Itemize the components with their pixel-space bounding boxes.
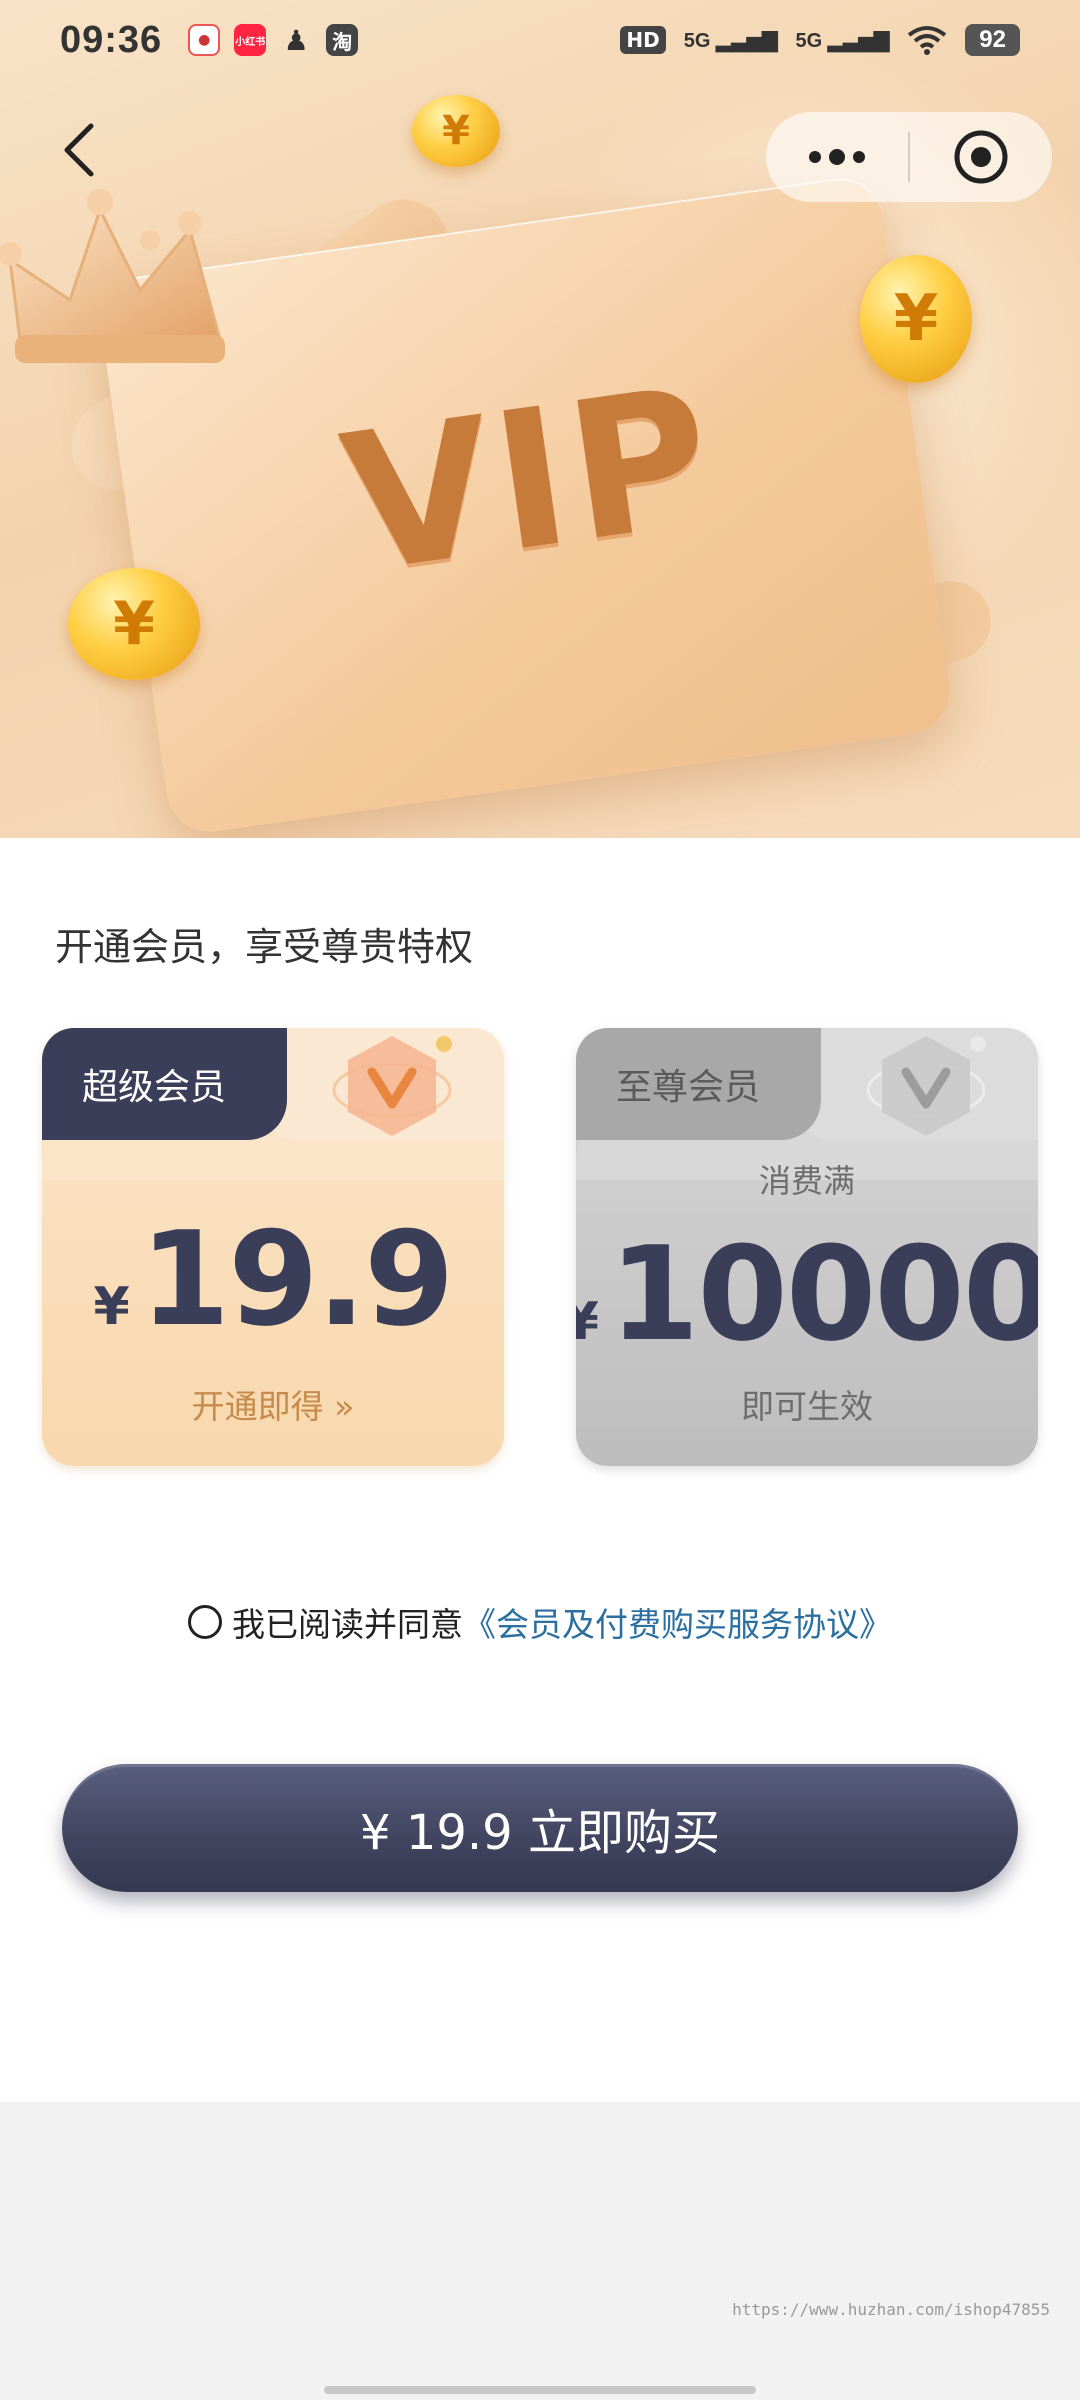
home-indicator[interactable] xyxy=(324,2386,756,2394)
agreement-row: 我已阅读并同意 《会员及付费购买服务协议》 xyxy=(0,1598,1080,1646)
plan-condition: 消费满 xyxy=(758,1162,855,1200)
price-amount: 10000 xyxy=(608,1218,1038,1370)
coin-icon: ¥ xyxy=(860,255,972,383)
buy-now-button[interactable]: ¥ 19.9 立即购买 xyxy=(62,1764,1018,1892)
plan-name: 至尊会员 xyxy=(616,1067,761,1108)
coin-icon: ¥ xyxy=(412,95,500,167)
xiaohongshu-icon: 小红书 xyxy=(234,24,267,56)
more-dots-icon xyxy=(809,149,865,165)
qq-icon: ♟ xyxy=(283,23,309,57)
hd-icon: HD xyxy=(620,26,666,54)
price-display: ¥ 10000 xyxy=(576,1218,1038,1370)
membership-slogan: 开通会员，享受尊贵特权 xyxy=(55,925,474,969)
status-indicators: HD 5G ▂▃▅▇ 5G ▂▃▅▇ 92 xyxy=(620,24,1020,56)
plan-name-tab: 超级会员 xyxy=(42,1028,287,1140)
battery-icon: 92 xyxy=(965,24,1020,56)
coin-icon: ¥ xyxy=(68,568,200,680)
watermark: https://www.huzhan.com/ishop47855 xyxy=(732,2300,1050,2319)
status-bar: 09:36 ● 小红书 ♟ 淘 HD 5G ▂▃▅▇ 5G ▂▃▅▇ 92 xyxy=(0,0,1080,80)
close-miniprogram-button[interactable] xyxy=(910,112,1052,202)
plan-card-supreme[interactable]: 至尊会员 消费满 ¥ 10000 即可生效 xyxy=(576,1028,1038,1466)
vip-hero-banner: VIP ¥ ¥ ¥ 09:36 ● 小红书 ♟ 淘 HD 5G ▂▃▅▇ 5G … xyxy=(0,0,1080,840)
agreement-radio[interactable] xyxy=(188,1605,222,1639)
plan-name-tab: 至尊会员 xyxy=(576,1028,821,1140)
target-close-icon xyxy=(954,130,1008,184)
back-button[interactable] xyxy=(48,120,108,180)
taobao-icon: 淘 xyxy=(326,24,359,56)
agreement-text: 我已阅读并同意 xyxy=(232,1605,463,1644)
more-button[interactable] xyxy=(766,112,908,202)
plan-name: 超级会员 xyxy=(82,1067,227,1108)
v-badge-icon xyxy=(332,1036,452,1136)
crown-icon xyxy=(0,189,225,363)
price-amount: 19.9 xyxy=(139,1203,455,1355)
plan-footer: 即可生效 xyxy=(741,1387,873,1426)
plan-footer: 开通即得 » xyxy=(191,1387,355,1426)
price-display: ¥ 19.9 xyxy=(42,1203,504,1355)
v-badge-icon xyxy=(866,1036,986,1136)
wifi-icon xyxy=(908,26,947,55)
signal-5g-icon: 5G ▂▃▅▇ xyxy=(795,29,890,52)
chevron-left-icon xyxy=(64,123,94,177)
miniprogram-capsule xyxy=(766,112,1052,202)
price-currency: ¥ xyxy=(576,1292,599,1352)
membership-panel: 开通会员，享受尊贵特权 超级会员 ¥ 19.9 开通即得 » 至尊会员 消费满 … xyxy=(0,838,1080,2102)
plan-card-super[interactable]: 超级会员 ¥ 19.9 开通即得 » xyxy=(42,1028,504,1466)
status-app-icons: ● 小红书 ♟ 淘 xyxy=(188,23,359,57)
avatar-app-icon: ● xyxy=(188,24,221,56)
signal-5g-icon: 5G ▂▃▅▇ xyxy=(683,29,778,52)
price-currency: ¥ xyxy=(93,1277,130,1337)
agreement-link[interactable]: 《会员及付费购买服务协议》 xyxy=(463,1598,892,1646)
status-time: 09:36 xyxy=(60,18,163,61)
